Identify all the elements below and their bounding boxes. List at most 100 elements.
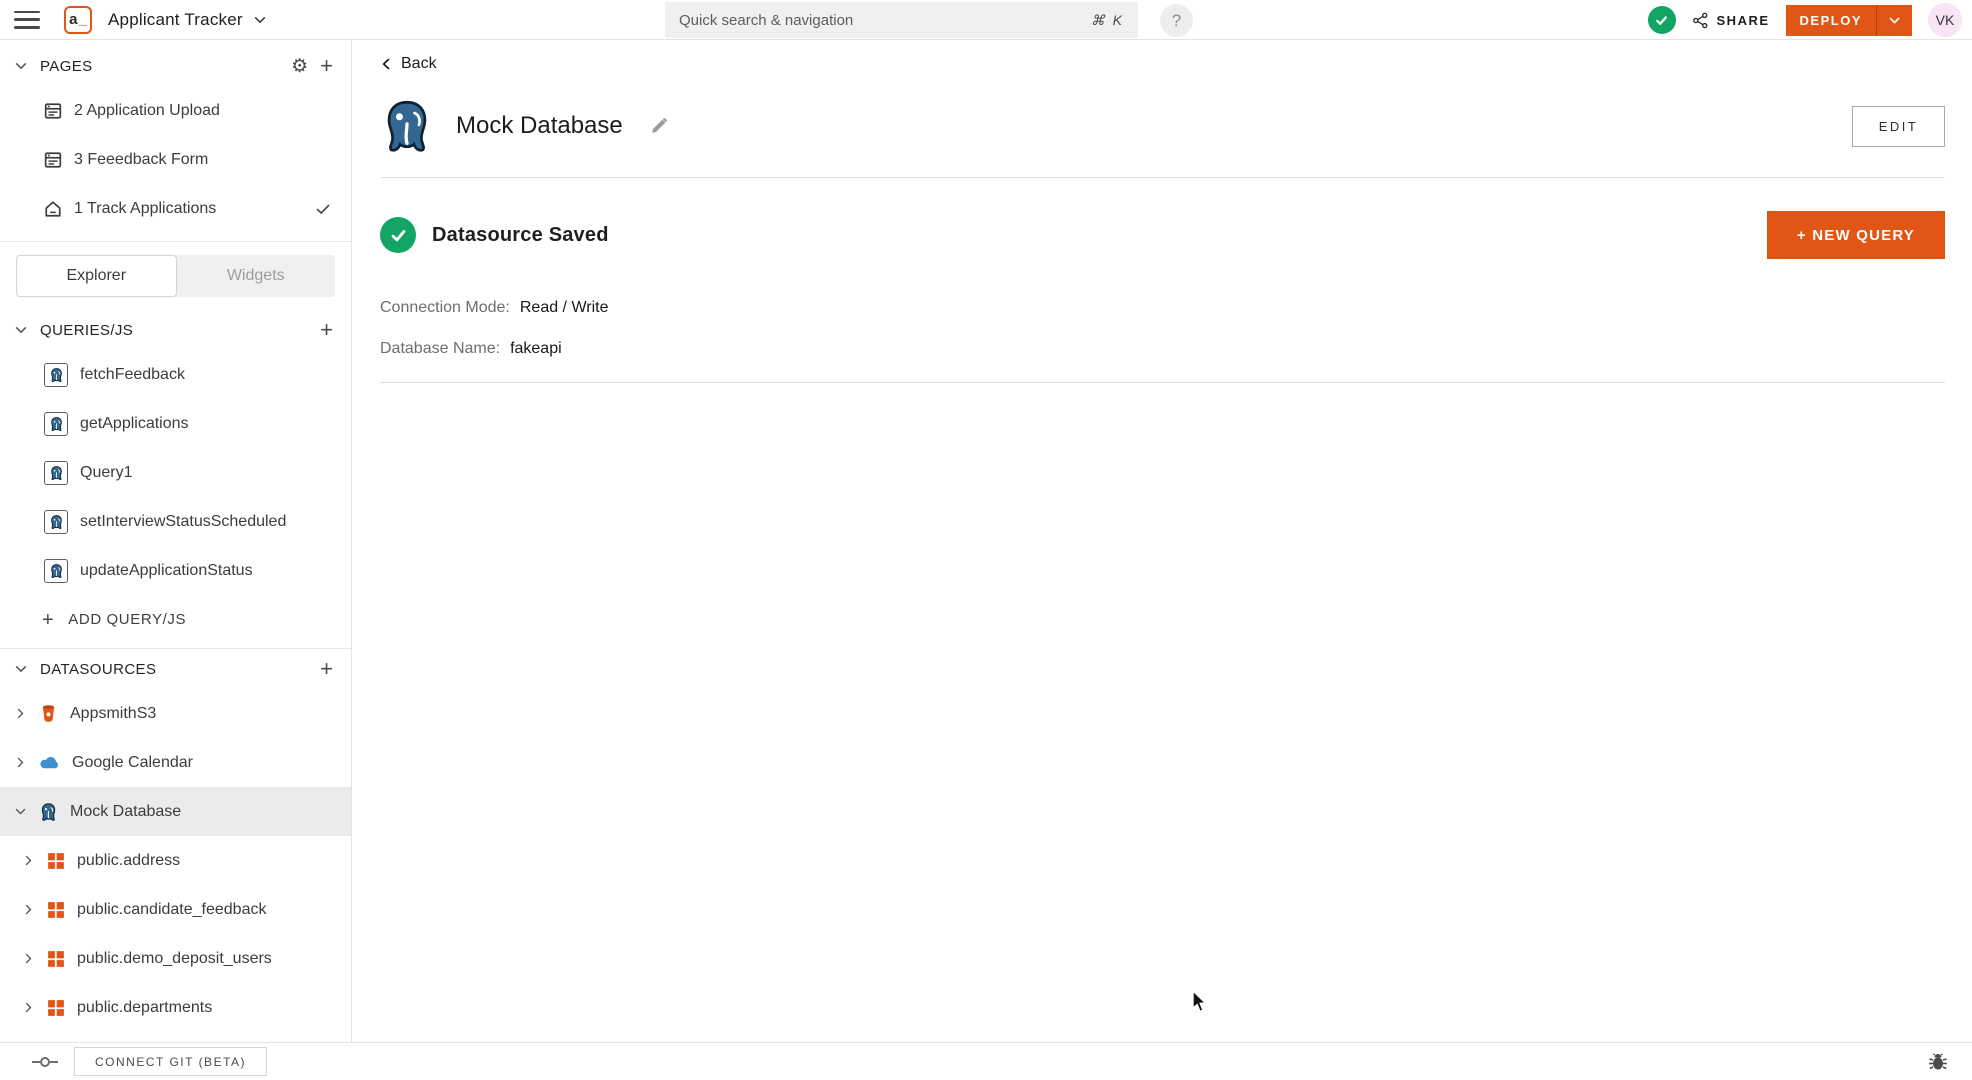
query-label: Query1	[80, 463, 133, 481]
page-label: 2 Application Upload	[74, 101, 220, 119]
back-button[interactable]: Back	[380, 55, 460, 73]
add-query-js-button[interactable]: + ADD QUERY/JS	[0, 595, 351, 644]
chevron-right-icon[interactable]	[22, 952, 35, 965]
share-button[interactable]: SHARE	[1692, 12, 1770, 29]
sidebar-item-page-feedback-form[interactable]: 3 Feeedback Form	[0, 135, 351, 184]
datasources-section-header[interactable]: DATASOURCES +	[0, 649, 351, 689]
sidebar-item-datasource-appsmiths3[interactable]: AppsmithS3	[0, 689, 351, 738]
query-label: updateApplicationStatus	[80, 561, 253, 579]
back-label: Back	[401, 55, 437, 72]
sidebar-item-page-track-applications[interactable]: 1 Track Applications	[0, 184, 351, 233]
queries-section-header[interactable]: QUERIES/JS +	[0, 310, 351, 350]
sidebar-item-query-fetchfeedback[interactable]: fetchFeedback	[0, 350, 351, 399]
share-label: SHARE	[1716, 12, 1770, 28]
table-icon	[48, 999, 64, 1016]
chevron-down-icon[interactable]	[253, 13, 267, 27]
postgres-query-icon	[44, 558, 68, 583]
table-label: public.address	[77, 851, 181, 869]
datasource-label: Mock Database	[70, 802, 182, 820]
sidebar-item-table-public-demo-deposit-users[interactable]: public.demo_deposit_users	[0, 934, 351, 983]
chevron-right-icon[interactable]	[22, 1001, 35, 1014]
connection-mode-row: Connection Mode: Read / Write	[380, 299, 1945, 317]
query-label: getApplications	[80, 414, 189, 432]
datasource-label: AppsmithS3	[70, 704, 157, 722]
sidebar-item-query-getapplications[interactable]: getApplications	[0, 399, 351, 448]
add-datasource-button[interactable]: +	[320, 658, 333, 680]
saved-check-icon	[1647, 6, 1676, 34]
tab-explorer[interactable]: Explorer	[16, 255, 177, 297]
add-page-button[interactable]: +	[320, 55, 333, 77]
table-icon	[48, 852, 64, 869]
sidebar-item-table-public-departments[interactable]: public.departments	[0, 983, 351, 1032]
datasources-section-title: DATASOURCES	[40, 660, 157, 678]
chevron-right-icon[interactable]	[14, 756, 27, 769]
top-bar-right: SHARE DEPLOY VK	[1647, 0, 1962, 40]
divider	[380, 382, 1945, 383]
pages-settings-gear-icon[interactable]: ⚙	[291, 57, 308, 76]
app-window: a _ Applicant Tracker ⌘ K ?	[0, 0, 1972, 1080]
search-input[interactable]	[679, 11, 1091, 29]
chevron-right-icon[interactable]	[14, 707, 27, 720]
sidebar-item-datasource-google-calendar[interactable]: Google Calendar	[0, 738, 351, 787]
deploy-label: DEPLOY	[1799, 12, 1862, 28]
debug-bug-icon[interactable]	[1928, 1052, 1948, 1072]
table-label: public.departments	[77, 998, 213, 1016]
sidebar-item-datasource-mock-database[interactable]: Mock Database	[0, 787, 351, 836]
field-value: Read / Write	[519, 299, 609, 316]
deploy-chevron-down-icon[interactable]	[1877, 5, 1912, 36]
share-icon	[1692, 12, 1709, 29]
add-query-plus-button[interactable]: +	[320, 319, 333, 341]
table-icon	[48, 950, 64, 967]
connect-git-button[interactable]: CONNECT GIT (BETA)	[74, 1047, 268, 1076]
chevron-down-icon[interactable]	[14, 662, 28, 676]
plus-icon: +	[42, 608, 55, 631]
app-title: Applicant Tracker	[108, 9, 243, 29]
sidebar-item-query-updateapplicationstatus[interactable]: updateApplicationStatus	[0, 546, 351, 595]
deploy-button[interactable]: DEPLOY	[1785, 4, 1912, 36]
status-bar: CONNECT GIT (BETA)	[0, 1042, 1972, 1080]
user-avatar[interactable]: VK	[1928, 3, 1962, 37]
queries-section-title: QUERIES/JS	[40, 321, 134, 339]
chevron-down-icon[interactable]	[14, 805, 27, 818]
query-label: fetchFeedback	[80, 365, 185, 383]
sidebar-item-page-application-upload[interactable]: 2 Application Upload	[0, 86, 351, 135]
question-mark-icon: ?	[1171, 10, 1182, 30]
sidebar-item-table-public-address[interactable]: public.address	[0, 836, 351, 885]
search-shortcut: ⌘ K	[1090, 11, 1124, 28]
sidebar-item-query-setinterviewstatus[interactable]: setInterviewStatusScheduled	[0, 497, 351, 546]
success-check-icon	[380, 217, 416, 253]
postgres-query-icon	[44, 509, 68, 534]
sidebar-item-table-public-candidate-feedback[interactable]: public.candidate_feedback	[0, 885, 351, 934]
tab-widgets[interactable]: Widgets	[177, 255, 336, 297]
chevron-right-icon[interactable]	[22, 854, 35, 867]
table-label: public.candidate_feedback	[77, 900, 267, 918]
divider	[0, 241, 351, 242]
page-icon	[44, 102, 62, 119]
cloud-icon	[40, 757, 58, 769]
edit-name-pencil-icon[interactable]	[649, 116, 669, 136]
connection-details: Connection Mode: Read / Write Database N…	[380, 299, 1945, 358]
datasource-status-row: Datasource Saved + NEW QUERY	[380, 211, 1945, 259]
edit-button[interactable]: EDIT	[1852, 105, 1945, 147]
pages-section-header[interactable]: PAGES ⚙ +	[0, 46, 351, 86]
new-query-button[interactable]: + NEW QUERY	[1766, 211, 1945, 259]
chevron-right-icon[interactable]	[22, 903, 35, 916]
chevron-down-icon[interactable]	[14, 323, 28, 337]
active-page-check-icon	[315, 201, 331, 217]
chevron-down-icon[interactable]	[14, 59, 28, 73]
table-label: public.demo_deposit_users	[77, 949, 272, 967]
quick-search-box[interactable]: ⌘ K	[665, 2, 1138, 38]
help-button[interactable]: ?	[1160, 4, 1193, 37]
datasource-detail-panel: Back Mock Database EDIT Datasource Saved…	[352, 40, 1972, 1042]
sidebar-tabs: Explorer Widgets	[16, 255, 335, 297]
hamburger-menu-icon[interactable]	[14, 10, 40, 29]
page-title: Mock Database	[456, 112, 623, 139]
page-icon	[44, 151, 62, 168]
explorer-sidebar: PAGES ⚙ + 2 Application Upload 3 Feeedba…	[0, 40, 352, 1042]
add-query-js-label: ADD QUERY/JS	[68, 611, 187, 628]
page-label: 3 Feeedback Form	[74, 150, 209, 168]
sidebar-item-query-query1[interactable]: Query1	[0, 448, 351, 497]
datasource-label: Google Calendar	[72, 753, 193, 771]
top-bar: a _ Applicant Tracker ⌘ K ?	[0, 0, 1972, 40]
postgres-query-icon	[44, 362, 68, 387]
